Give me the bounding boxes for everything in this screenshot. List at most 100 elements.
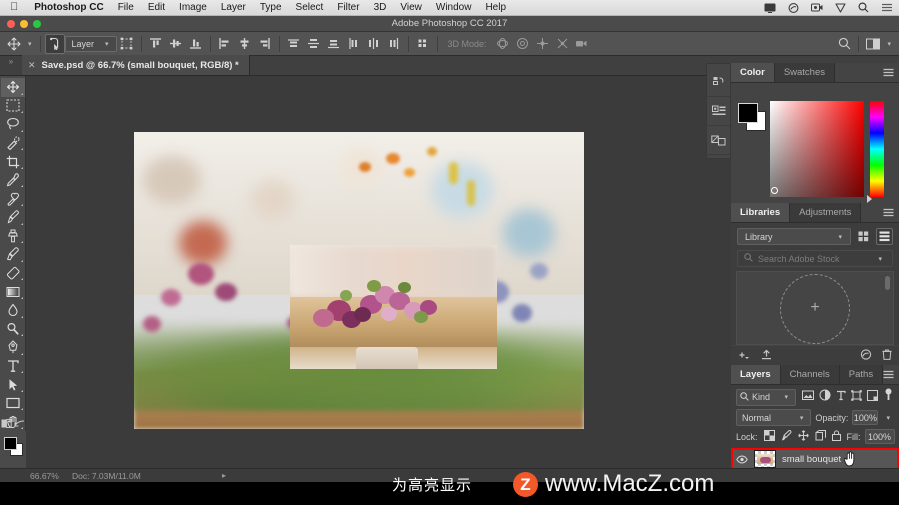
shield-icon[interactable] bbox=[829, 3, 852, 13]
distribute-top-edges-icon[interactable] bbox=[284, 34, 304, 54]
arrange-documents-icon[interactable] bbox=[863, 34, 883, 54]
lock-image-pixels-icon[interactable] bbox=[781, 430, 792, 443]
collapse-panel-icon[interactable]: » bbox=[0, 55, 22, 75]
display-icon[interactable] bbox=[758, 3, 782, 13]
distribute-vertical-centers-icon[interactable] bbox=[304, 34, 324, 54]
show-transform-controls-icon[interactable] bbox=[117, 34, 137, 54]
orbit-3d-icon[interactable] bbox=[493, 34, 513, 54]
list-view-icon[interactable] bbox=[876, 228, 893, 245]
auto-select-target-select[interactable]: Layer ▾ bbox=[65, 36, 117, 52]
opacity-value[interactable]: 100% bbox=[852, 410, 878, 425]
hue-slider[interactable] bbox=[870, 101, 884, 197]
move-tool[interactable] bbox=[1, 78, 25, 97]
zoom-3d-camera-icon[interactable] bbox=[573, 34, 593, 54]
properties-panel-icon[interactable] bbox=[707, 97, 730, 126]
add-content-icon[interactable] bbox=[738, 349, 751, 363]
menu-view[interactable]: View bbox=[393, 0, 429, 16]
menu-type[interactable]: Type bbox=[253, 0, 289, 16]
lock-transparent-pixels-icon[interactable] bbox=[764, 430, 775, 443]
zoom-level[interactable]: 66.67% bbox=[0, 471, 72, 481]
tab-layers[interactable]: Layers bbox=[731, 365, 781, 384]
align-bottom-edges-icon[interactable] bbox=[186, 34, 206, 54]
creative-cloud-icon[interactable] bbox=[860, 349, 872, 363]
filter-enable-toggle-icon[interactable] bbox=[883, 388, 894, 406]
menu-window[interactable]: Window bbox=[429, 0, 479, 16]
brush-tool[interactable] bbox=[1, 208, 25, 227]
distribute-horizontal-centers-icon[interactable] bbox=[364, 34, 384, 54]
slide-3d-icon[interactable] bbox=[553, 34, 573, 54]
hue-slider-handle[interactable] bbox=[867, 195, 872, 203]
distribute-right-edges-icon[interactable] bbox=[384, 34, 404, 54]
search-adobe-stock-field[interactable]: Search Adobe Stock ▾ bbox=[737, 250, 893, 267]
tab-adjustments[interactable]: Adjustments bbox=[790, 203, 861, 222]
lock-all-icon[interactable] bbox=[832, 430, 841, 443]
auto-select-icon[interactable] bbox=[45, 34, 65, 54]
filter-pixel-icon[interactable] bbox=[802, 388, 814, 406]
menu-image[interactable]: Image bbox=[172, 0, 214, 16]
close-button[interactable] bbox=[7, 20, 15, 28]
menu-filter[interactable]: Filter bbox=[330, 0, 366, 16]
tab-libraries[interactable]: Libraries bbox=[731, 203, 790, 222]
panel-menu-icon[interactable] bbox=[883, 203, 894, 222]
history-panel-icon[interactable] bbox=[707, 68, 730, 97]
roll-3d-icon[interactable] bbox=[513, 34, 533, 54]
grid-view-icon[interactable] bbox=[855, 228, 872, 245]
path-selection-tool[interactable] bbox=[1, 375, 25, 394]
filter-adjustment-icon[interactable] bbox=[819, 388, 831, 406]
search-icon[interactable] bbox=[834, 34, 854, 54]
align-top-edges-icon[interactable] bbox=[146, 34, 166, 54]
filter-type-icon[interactable] bbox=[836, 388, 846, 406]
tool-preset-chevron-down-icon[interactable]: ▾ bbox=[24, 40, 36, 48]
rectangle-tool[interactable] bbox=[1, 394, 25, 413]
upload-icon[interactable] bbox=[761, 349, 772, 363]
align-left-edges-icon[interactable] bbox=[215, 34, 235, 54]
blend-mode-select[interactable]: Normal ▾ bbox=[736, 409, 811, 426]
menu-app-name[interactable]: Photoshop CC bbox=[27, 0, 110, 16]
lock-position-icon[interactable] bbox=[798, 430, 809, 443]
tab-swatches[interactable]: Swatches bbox=[775, 63, 835, 82]
distribute-left-edges-icon[interactable] bbox=[344, 34, 364, 54]
align-vertical-centers-icon[interactable] bbox=[166, 34, 186, 54]
panel-menu-icon[interactable] bbox=[883, 63, 894, 82]
pan-3d-icon[interactable] bbox=[533, 34, 553, 54]
creative-cloud-icon[interactable] bbox=[782, 3, 805, 13]
clone-stamp-tool[interactable] bbox=[1, 227, 25, 246]
dodge-tool[interactable] bbox=[1, 320, 25, 339]
gradient-tool[interactable] bbox=[1, 282, 25, 301]
fill-value[interactable]: 100% bbox=[865, 429, 895, 444]
spot-healing-brush-tool[interactable] bbox=[1, 189, 25, 208]
layer-thumbnail[interactable] bbox=[754, 450, 776, 468]
menu-edit[interactable]: Edit bbox=[141, 0, 172, 16]
trash-icon[interactable] bbox=[882, 349, 892, 363]
lock-artboard-nesting-icon[interactable] bbox=[815, 430, 826, 443]
chevron-right-icon[interactable]: ▸ bbox=[222, 471, 226, 480]
distribute-bottom-edges-icon[interactable] bbox=[324, 34, 344, 54]
document-tab[interactable]: ✕ Save.psd @ 66.7% (small bouquet, RGB/8… bbox=[22, 55, 250, 75]
rectangular-marquee-tool[interactable] bbox=[1, 97, 25, 116]
history-brush-tool[interactable] bbox=[1, 245, 25, 264]
crop-tool[interactable] bbox=[1, 152, 25, 171]
control-center-icon[interactable] bbox=[875, 3, 899, 12]
menu-help[interactable]: Help bbox=[478, 0, 513, 16]
eye-icon[interactable] bbox=[736, 455, 748, 464]
quick-mask-icon[interactable] bbox=[1, 419, 12, 430]
color-picker-handle[interactable] bbox=[771, 187, 778, 194]
align-more-options-icon[interactable] bbox=[413, 34, 433, 54]
workspace-chevron-down-icon[interactable]: ▾ bbox=[883, 40, 895, 48]
chevron-down-icon[interactable]: ▾ bbox=[874, 255, 886, 263]
tab-color[interactable]: Color bbox=[731, 63, 775, 82]
menu-layer[interactable]: Layer bbox=[214, 0, 253, 16]
align-horizontal-centers-icon[interactable] bbox=[235, 34, 255, 54]
search-icon[interactable] bbox=[852, 2, 875, 13]
panel-menu-icon[interactable] bbox=[883, 365, 894, 384]
tab-channels[interactable]: Channels bbox=[781, 365, 840, 384]
lasso-tool[interactable] bbox=[1, 115, 25, 134]
filter-shape-icon[interactable] bbox=[851, 388, 862, 406]
opacity-chevron-down-icon[interactable]: ▾ bbox=[882, 414, 894, 422]
eyedropper-tool[interactable] bbox=[1, 171, 25, 190]
minimize-button[interactable] bbox=[20, 20, 28, 28]
align-right-edges-icon[interactable] bbox=[255, 34, 275, 54]
eraser-tool[interactable] bbox=[1, 264, 25, 283]
libraries-empty-state[interactable]: + bbox=[736, 271, 894, 345]
foreground-color-swatch[interactable] bbox=[4, 437, 17, 450]
